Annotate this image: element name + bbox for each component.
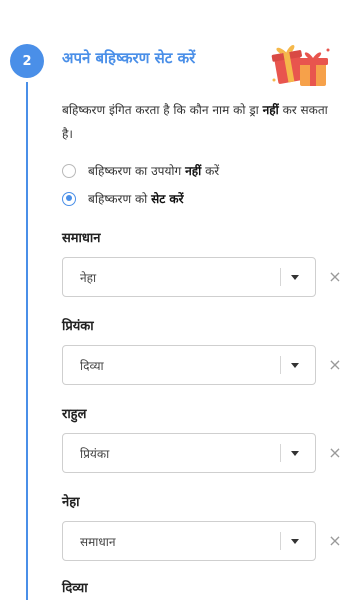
close-icon[interactable]: × xyxy=(328,269,342,285)
participant-name: नेहा xyxy=(62,495,80,510)
select-separator xyxy=(280,444,281,462)
select-separator xyxy=(280,268,281,286)
chevron-down-icon[interactable] xyxy=(291,450,299,456)
exclusion-select-value: नेहा xyxy=(80,270,97,285)
participant-name: राहुल xyxy=(62,407,87,422)
exclusion-select-value: प्रियंका xyxy=(80,446,110,461)
exclusion-select[interactable]: समाधान xyxy=(62,521,316,561)
close-icon[interactable]: × xyxy=(328,533,342,549)
participant-name: प्रियंका xyxy=(62,319,94,334)
participant-name: समाधान xyxy=(62,231,101,246)
radio-button-selected[interactable] xyxy=(62,191,76,206)
exclusion-select[interactable]: नेहा xyxy=(62,257,316,297)
exclusion-select-value: दिव्या xyxy=(80,358,104,373)
option-label: बहिष्करण का उपयोग नहीं करें xyxy=(88,164,220,178)
exclusion-description: बहिष्करण इंगित करता है कि कौन नाम को ड्र… xyxy=(62,103,328,141)
exclusion-select[interactable]: प्रियंका xyxy=(62,433,316,473)
exclusion-row: दिव्या xyxy=(62,578,352,600)
chevron-down-icon[interactable] xyxy=(291,362,299,368)
chevron-down-icon[interactable] xyxy=(291,538,299,544)
exclusion-select[interactable]: दिव्या xyxy=(62,345,316,385)
exclusion-row: नेहा समाधान × xyxy=(62,492,352,561)
step-title: अपने बहिष्करण सेट करें xyxy=(62,49,196,67)
gift-icon xyxy=(271,45,330,86)
close-icon[interactable]: × xyxy=(328,445,342,461)
step-progress-line xyxy=(26,82,28,600)
option-label: बहिष्करण को सेट करें xyxy=(88,192,184,206)
option-no-exclusions[interactable]: बहिष्करण का उपयोग नहीं करें xyxy=(62,162,219,179)
exclusion-row: समाधान नेहा × xyxy=(62,228,352,297)
chevron-down-icon[interactable] xyxy=(291,274,299,280)
select-separator xyxy=(280,356,281,374)
exclusion-select-value: समाधान xyxy=(80,534,116,549)
close-icon[interactable]: × xyxy=(328,357,342,373)
option-set-exclusions[interactable]: बहिष्करण को सेट करें xyxy=(62,190,184,207)
select-separator xyxy=(280,532,281,550)
participant-name: दिव्या xyxy=(62,581,88,596)
exclusion-row: प्रियंका दिव्या × xyxy=(62,316,352,385)
exclusion-row: राहुल प्रियंका × xyxy=(62,404,352,473)
radio-button[interactable] xyxy=(62,163,76,178)
step-number-badge: 2 xyxy=(10,44,44,78)
